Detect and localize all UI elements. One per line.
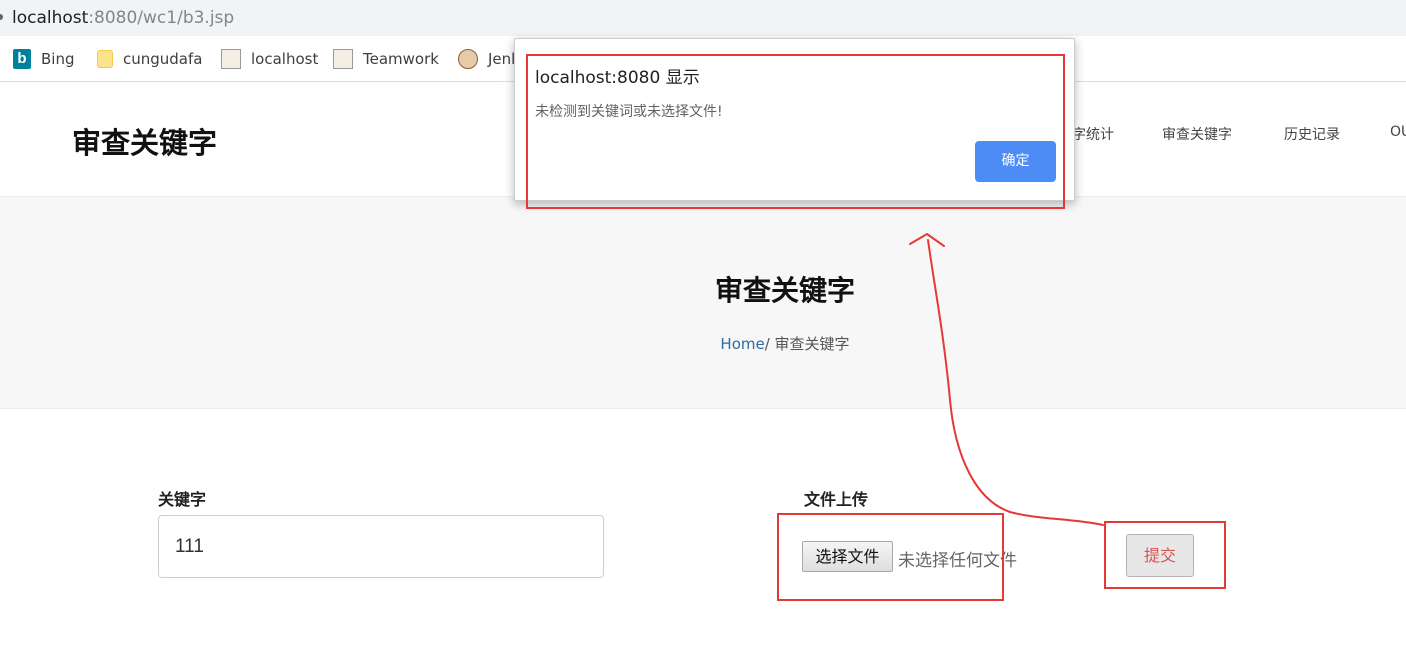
annotation-arrow (909, 233, 1104, 526)
